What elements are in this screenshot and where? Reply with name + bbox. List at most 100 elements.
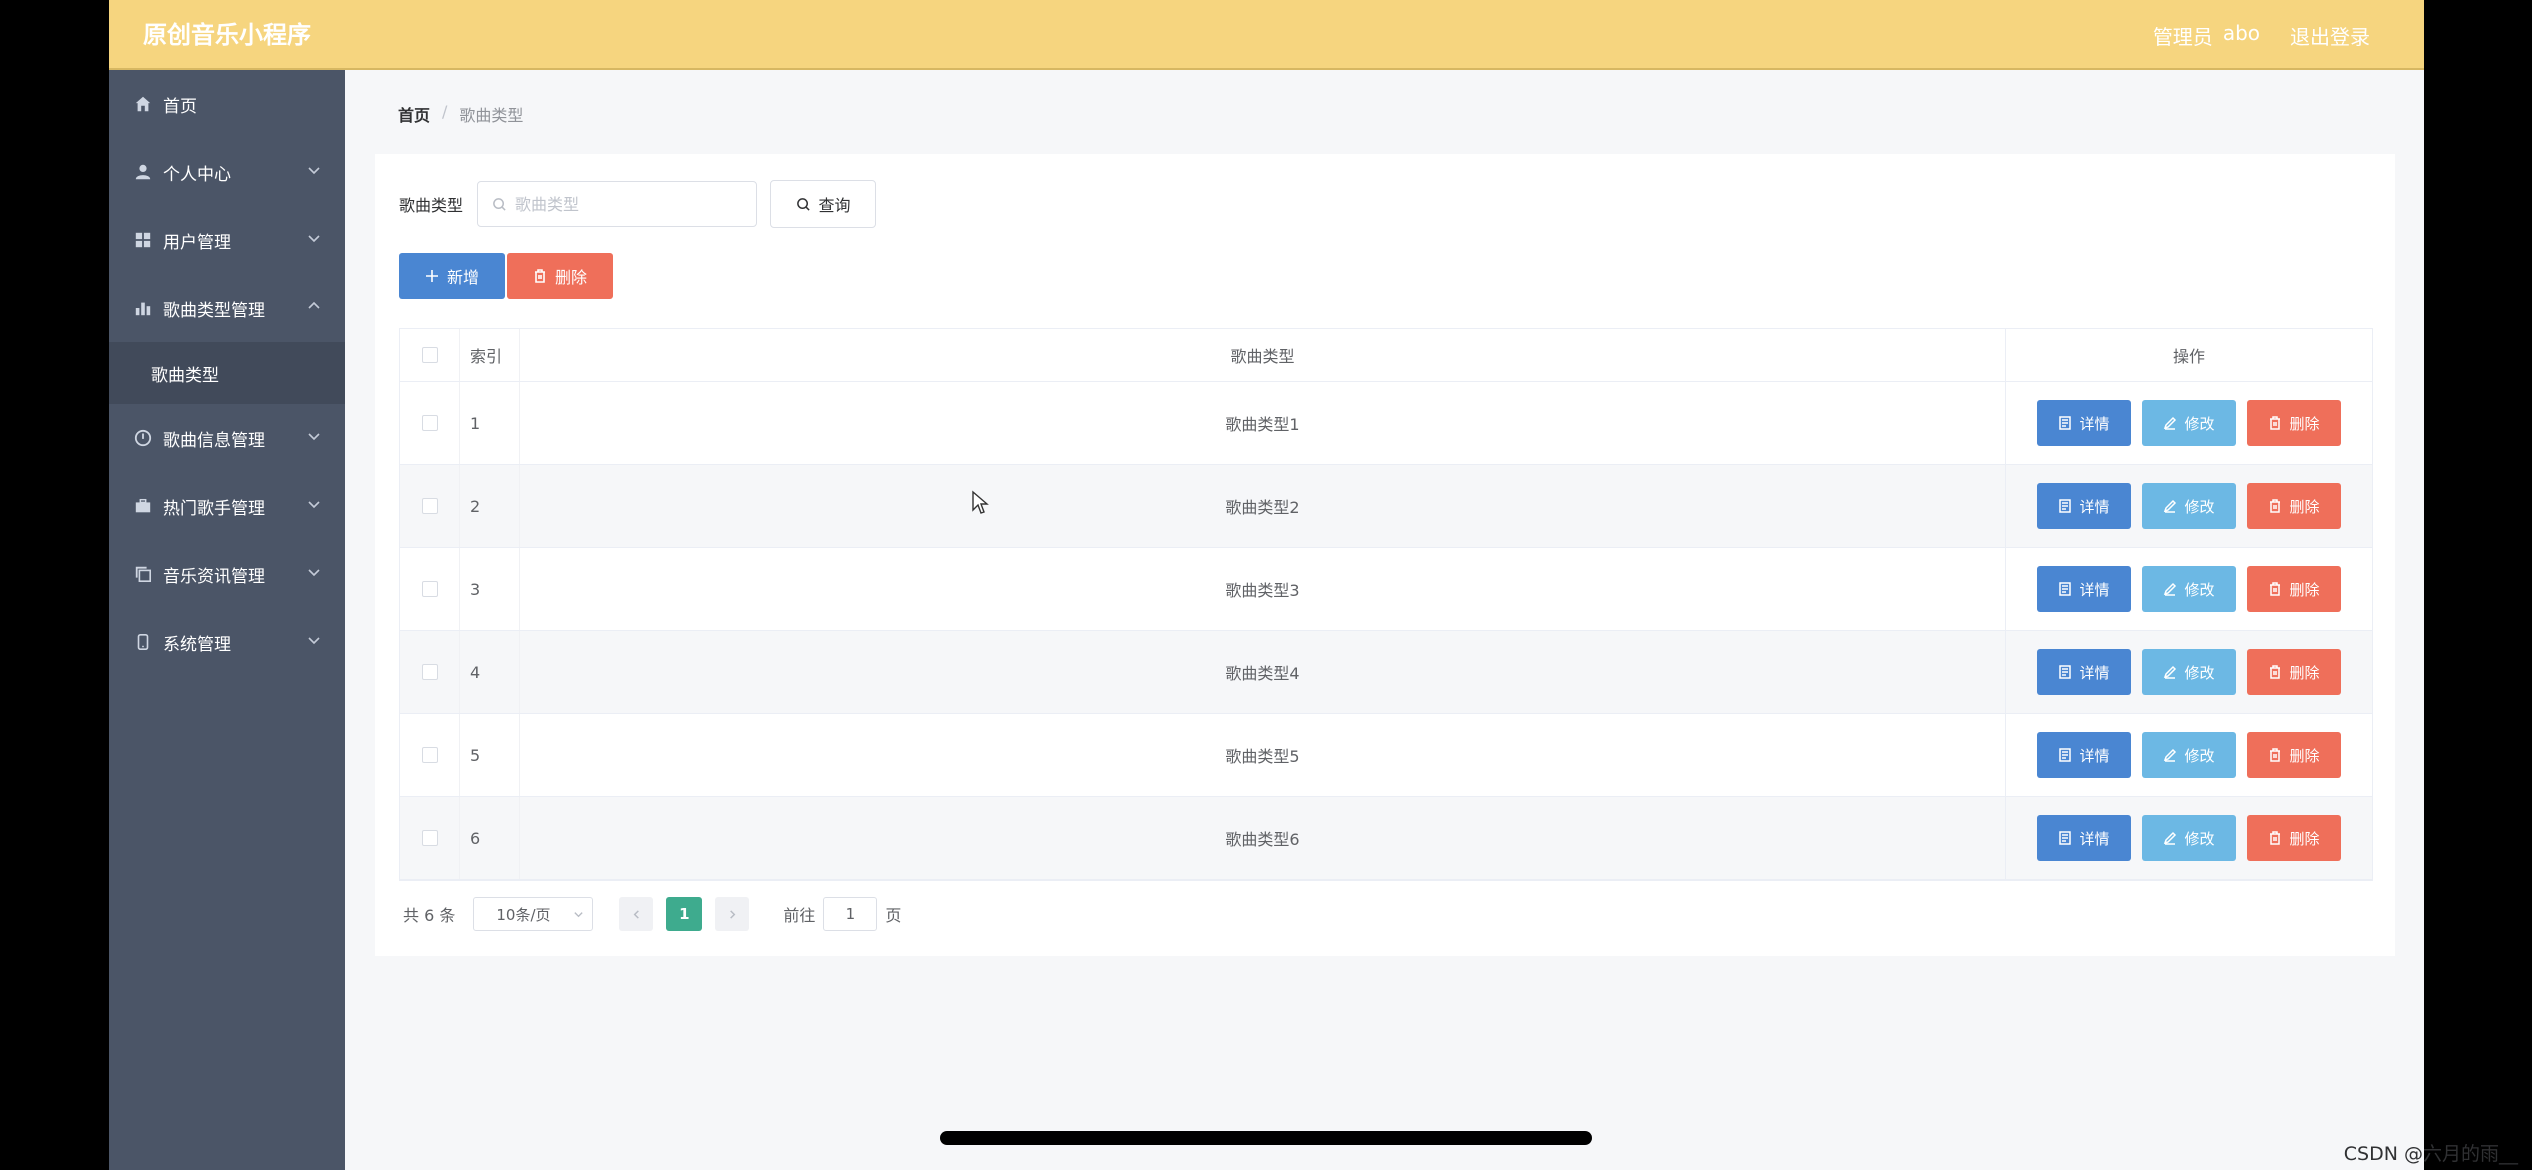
- content-card: 歌曲类型 查询 新增 删除: [375, 154, 2395, 956]
- pencil-icon: [2164, 499, 2177, 513]
- next-page-button[interactable]: [715, 897, 750, 931]
- delete-button-label: 删除: [2289, 580, 2320, 599]
- edit-button[interactable]: 修改: [2142, 566, 2236, 612]
- row-song-type: 歌曲类型5: [520, 714, 2006, 796]
- app-title: 原创音乐小程序: [143, 21, 311, 49]
- row-operations: 详情 修改 删除: [2006, 797, 2372, 879]
- row-checkbox[interactable]: [421, 830, 438, 846]
- row-checkbox[interactable]: [421, 415, 438, 431]
- detail-button[interactable]: 详情: [2037, 732, 2131, 778]
- goto-page-input[interactable]: [823, 897, 878, 931]
- pagination-total: 共 6 条: [403, 906, 456, 925]
- add-button[interactable]: 新增: [399, 253, 505, 299]
- bar-chart-icon: [133, 298, 153, 318]
- app-frame: 原创音乐小程序 管理员 abo 退出登录 首页 个人中心 用户管理 歌曲类型管理: [109, 0, 2424, 1170]
- row-delete-button[interactable]: 删除: [2247, 649, 2341, 695]
- edit-button[interactable]: 修改: [2142, 649, 2236, 695]
- row-operations: 详情 修改 删除: [2006, 714, 2372, 796]
- row-delete-button[interactable]: 删除: [2247, 815, 2341, 861]
- breadcrumb: 首页 / 歌曲类型: [398, 102, 523, 126]
- row-checkbox-cell: [400, 382, 460, 464]
- header-song-type: 歌曲类型: [520, 329, 2006, 381]
- chevron-down-icon: [574, 912, 584, 918]
- edit-button-label: 修改: [2184, 414, 2215, 433]
- detail-button[interactable]: 详情: [2037, 566, 2131, 612]
- row-checkbox[interactable]: [421, 498, 438, 514]
- edit-button[interactable]: 修改: [2142, 400, 2236, 446]
- breadcrumb-home[interactable]: 首页: [398, 102, 430, 126]
- table-body: 1 歌曲类型1 详情 修改 删除 2 歌曲类型2 详情 修改 删除 3 歌曲类型3 详情 修改 删除 4 歌曲类…: [400, 382, 2372, 880]
- row-delete-button[interactable]: 删除: [2247, 732, 2341, 778]
- header-index: 索引: [460, 329, 520, 381]
- sidebar-item-news[interactable]: 音乐资讯管理: [109, 540, 345, 608]
- document-icon: [2059, 748, 2072, 762]
- briefcase-icon: [133, 496, 153, 516]
- sidebar-item-song-type[interactable]: 歌曲类型管理: [109, 274, 345, 342]
- row-song-type: 歌曲类型1: [520, 382, 2006, 464]
- sidebar-item-users[interactable]: 用户管理: [109, 206, 345, 274]
- page-number-current[interactable]: 1: [666, 897, 703, 931]
- plus-icon: [425, 270, 438, 282]
- detail-button[interactable]: 详情: [2037, 400, 2131, 446]
- chevron-down-icon: [307, 564, 321, 578]
- page-size-select[interactable]: 10条/页: [473, 897, 594, 931]
- sidebar-item-system[interactable]: 系统管理: [109, 608, 345, 676]
- page-size-value: 10条/页: [496, 905, 551, 924]
- watermark: CSDN @六月的雨__: [2343, 1143, 2518, 1165]
- row-checkbox-cell: [400, 548, 460, 630]
- main-content: 首页 / 歌曲类型 歌曲类型 查询 新增: [345, 70, 2424, 1170]
- row-delete-button[interactable]: 删除: [2247, 483, 2341, 529]
- pencil-icon: [2164, 748, 2177, 762]
- row-index: 2: [460, 465, 520, 547]
- table-row: 1 歌曲类型1 详情 修改 删除: [400, 382, 2372, 465]
- edit-button[interactable]: 修改: [2142, 483, 2236, 529]
- delete-button-label: 删除: [554, 268, 587, 287]
- detail-button[interactable]: 详情: [2037, 815, 2131, 861]
- select-all-checkbox[interactable]: [421, 347, 438, 363]
- sidebar-item-song-info[interactable]: 歌曲信息管理: [109, 404, 345, 472]
- user-name: abo: [2222, 20, 2260, 45]
- row-index: 1: [460, 382, 520, 464]
- chevron-down-icon: [307, 632, 321, 646]
- row-delete-button[interactable]: 删除: [2247, 566, 2341, 612]
- user-role: 管理员: [2152, 24, 2213, 49]
- query-button[interactable]: 查询: [770, 180, 877, 228]
- home-icon: [133, 94, 153, 114]
- search-row: 歌曲类型 查询: [399, 180, 877, 228]
- row-operations: 详情 修改 删除: [2006, 465, 2372, 547]
- search-label: 歌曲类型: [399, 196, 464, 215]
- pagination: 共 6 条 10条/页 1 前往 页: [403, 896, 901, 932]
- edit-button[interactable]: 修改: [2142, 815, 2236, 861]
- edit-button[interactable]: 修改: [2142, 732, 2236, 778]
- row-index: 4: [460, 631, 520, 713]
- pencil-icon: [2164, 416, 2177, 430]
- search-field[interactable]: [477, 181, 758, 227]
- search-icon: [493, 197, 506, 211]
- sidebar-item-profile[interactable]: 个人中心: [109, 138, 345, 206]
- row-index: 6: [460, 797, 520, 879]
- detail-button-label: 详情: [2079, 746, 2110, 765]
- header-checkbox-cell: [400, 329, 460, 381]
- search-input[interactable]: [515, 194, 746, 214]
- prev-page-button[interactable]: [619, 897, 654, 931]
- table-row: 3 歌曲类型3 详情 修改 删除: [400, 548, 2372, 631]
- row-checkbox[interactable]: [421, 747, 438, 763]
- detail-button[interactable]: 详情: [2037, 649, 2131, 695]
- trash-icon: [2270, 499, 2281, 513]
- row-checkbox-cell: [400, 797, 460, 879]
- sidebar-subitem-song-type[interactable]: 歌曲类型: [109, 342, 345, 404]
- query-button-label: 查询: [818, 196, 851, 215]
- logout-link[interactable]: 退出登录: [2290, 21, 2370, 50]
- row-checkbox[interactable]: [421, 664, 438, 680]
- detail-button-label: 详情: [2079, 580, 2110, 599]
- sidebar-item-home[interactable]: 首页: [109, 70, 345, 138]
- batch-delete-button[interactable]: 删除: [507, 253, 613, 299]
- sidebar-item-hot-singer[interactable]: 热门歌手管理: [109, 472, 345, 540]
- row-checkbox[interactable]: [421, 581, 438, 597]
- document-icon: [2059, 582, 2072, 596]
- disc-icon: [133, 428, 153, 448]
- page-unit-label: 页: [885, 906, 902, 925]
- row-delete-button[interactable]: 删除: [2247, 400, 2341, 446]
- chevron-down-icon: [307, 230, 321, 244]
- detail-button[interactable]: 详情: [2037, 483, 2131, 529]
